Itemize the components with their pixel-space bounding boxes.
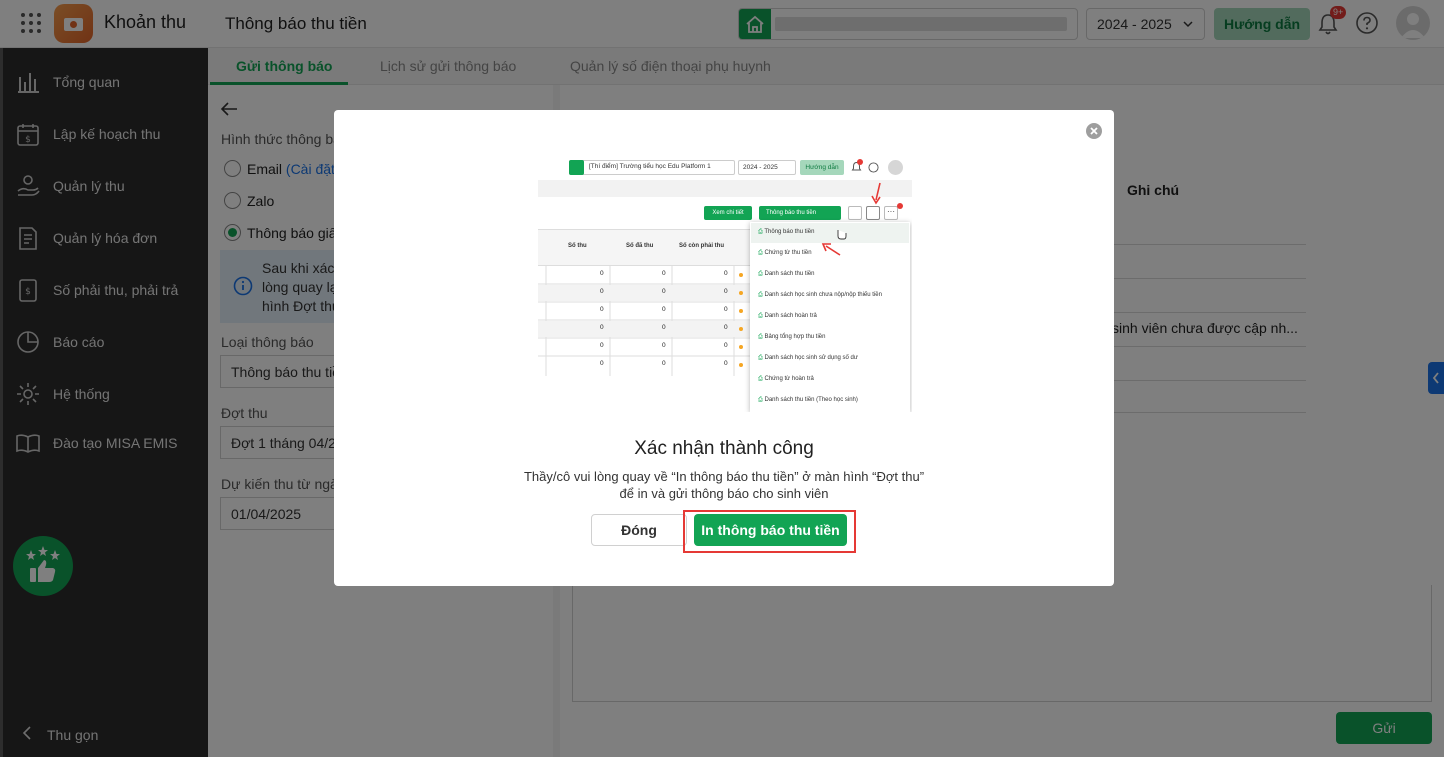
success-dialog: [Thí điểm] Trường tiểu học Edu Platform … — [334, 110, 1114, 586]
dialog-desc-line: Thầy/cô vui lòng quay về “In thông báo t… — [523, 469, 925, 484]
close-button[interactable]: Đóng — [591, 514, 687, 546]
dialog-desc-line: để in và gửi thông báo cho sinh viên — [619, 486, 829, 501]
dialog-title: Xác nhận thành công — [634, 438, 814, 459]
red-arrows — [538, 158, 912, 412]
dialog-description: Thầy/cô vui lòng quay về “In thông báo t… — [334, 468, 1114, 502]
instruction-illustration: [Thí điểm] Trường tiểu học Edu Platform … — [538, 158, 912, 412]
close-icon[interactable] — [1085, 122, 1103, 140]
print-notice-button[interactable]: In thông báo thu tiền — [694, 514, 847, 546]
